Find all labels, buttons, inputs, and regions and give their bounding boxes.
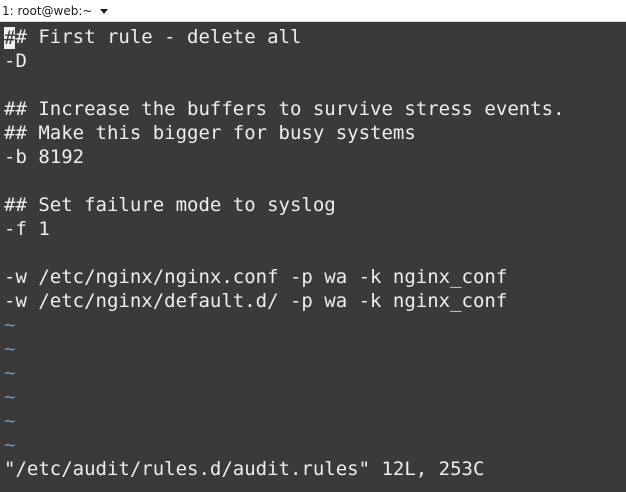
terminal-window: 1: root@web:~ ## First rule - delete all… bbox=[0, 0, 626, 492]
buffer-line-6: -b 8192 bbox=[4, 146, 85, 168]
status-line: "/etc/audit/rules.d/audit.rules" 12L, 25… bbox=[4, 458, 485, 480]
terminal-tab[interactable]: 1: root@web:~ bbox=[2, 0, 109, 22]
empty-line-tilde: ~ bbox=[4, 434, 16, 456]
buffer-line-5: ## Make this bigger for busy systems bbox=[4, 122, 416, 144]
tab-bar: 1: root@web:~ bbox=[0, 0, 626, 22]
empty-line-tilde: ~ bbox=[4, 410, 16, 432]
buffer-line-12: -w /etc/nginx/default.d/ -p wa -k nginx_… bbox=[4, 290, 508, 312]
empty-line-tilde: ~ bbox=[4, 314, 16, 336]
buffer-line-1: ## First rule - delete all bbox=[4, 26, 302, 48]
empty-line-tilde: ~ bbox=[4, 338, 16, 360]
buffer-line-9: -f 1 bbox=[4, 218, 50, 240]
buffer-line-4: ## Increase the buffers to survive stres… bbox=[4, 98, 565, 120]
empty-line-tilde: ~ bbox=[4, 362, 16, 384]
buffer-line-8: ## Set failure mode to syslog bbox=[4, 194, 336, 216]
tab-title: 1: root@web:~ bbox=[2, 4, 93, 18]
vim-editor[interactable]: ## First rule - delete all -D ## Increas… bbox=[0, 22, 626, 492]
empty-line-tilde: ~ bbox=[4, 386, 16, 408]
chevron-down-icon[interactable] bbox=[100, 9, 109, 14]
text-cursor: # bbox=[4, 27, 15, 49]
cursor-char: # bbox=[4, 27, 16, 49]
buffer-line-11: -w /etc/nginx/nginx.conf -p wa -k nginx_… bbox=[4, 266, 508, 288]
